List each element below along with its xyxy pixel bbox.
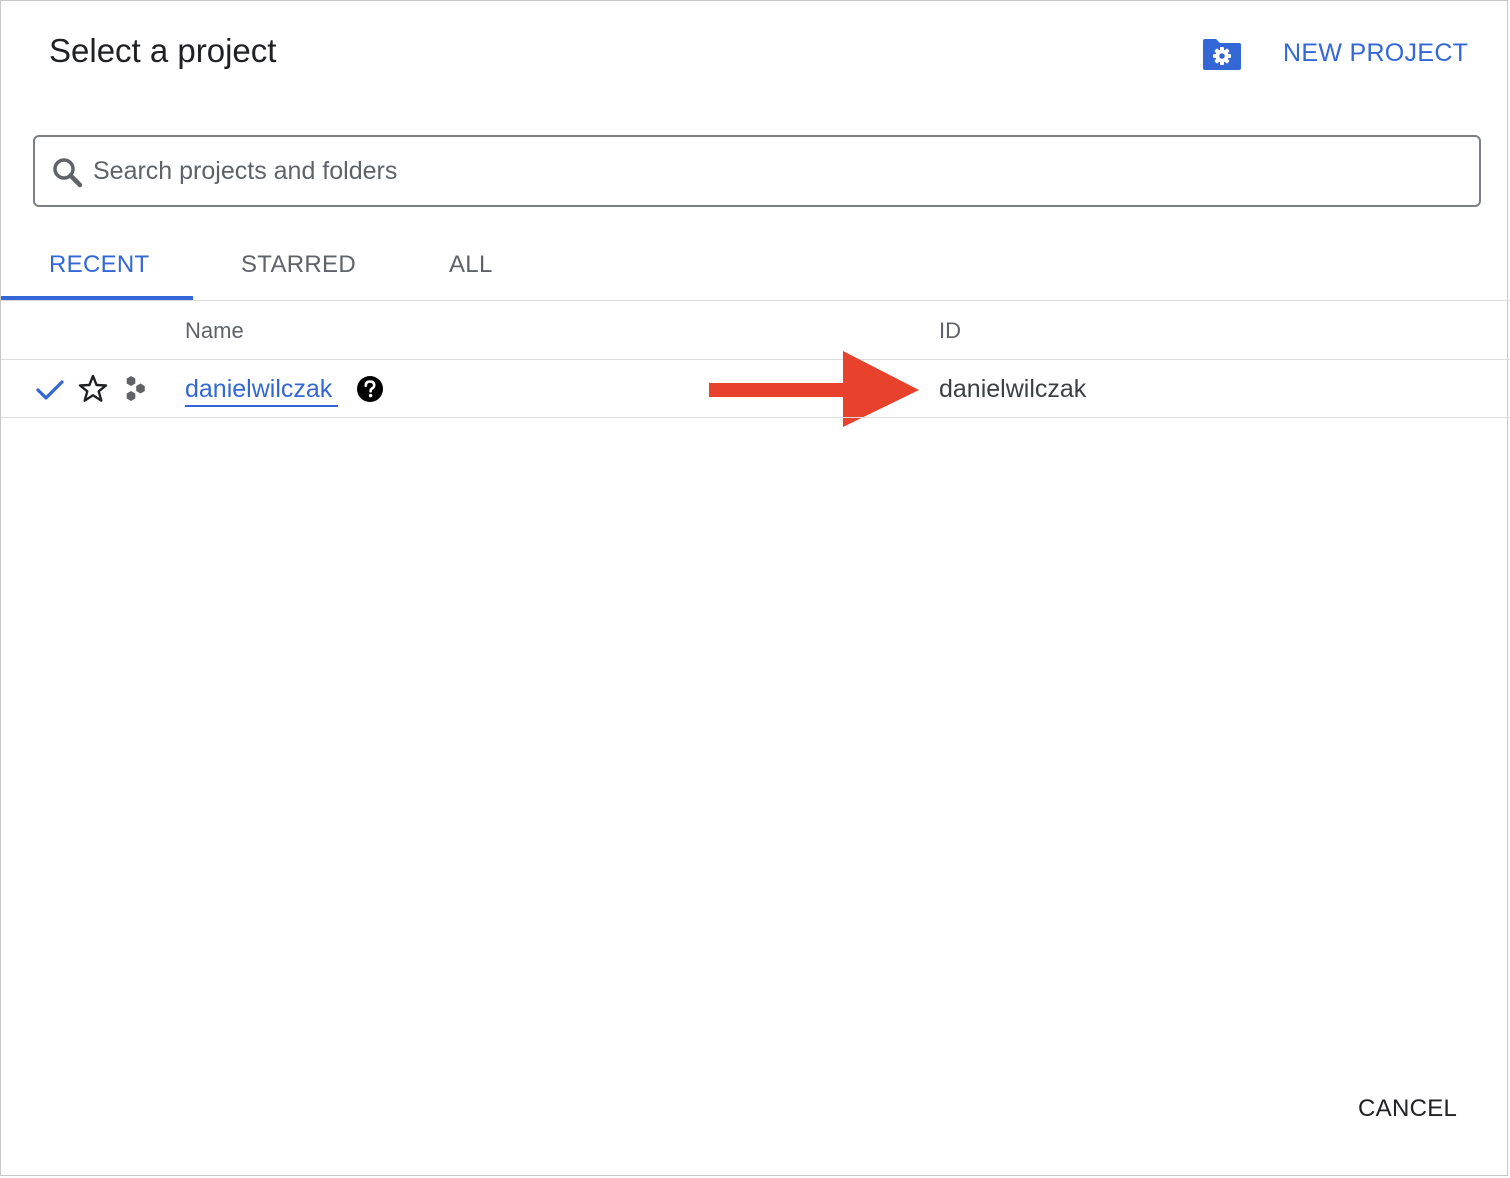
help-circle-icon[interactable]	[356, 375, 384, 403]
project-name-link[interactable]: danielwilczak	[185, 373, 339, 407]
tabs-divider	[1, 300, 1510, 301]
select-project-dialog: Select a project NEW PROJECT RECENT STAR…	[0, 0, 1510, 1176]
cancel-button[interactable]: CANCEL	[1358, 1093, 1457, 1125]
tab-starred[interactable]: STARRED	[241, 249, 356, 281]
column-header-name: Name	[185, 318, 244, 343]
dialog-title: Select a project	[49, 32, 277, 69]
search-input[interactable]	[93, 151, 1463, 191]
project-id: danielwilczak	[939, 375, 1087, 403]
column-header-id: ID	[939, 318, 961, 343]
new-project-button[interactable]: NEW PROJECT	[1283, 37, 1468, 69]
star-outline-icon[interactable]	[77, 373, 109, 405]
check-icon	[36, 380, 64, 400]
row-divider	[1, 417, 1510, 418]
tab-recent[interactable]: RECENT	[49, 249, 149, 281]
tab-all[interactable]: ALL	[449, 249, 493, 281]
hexagon-cluster-icon	[126, 376, 145, 401]
folder-settings-icon[interactable]	[1201, 37, 1243, 71]
search-icon	[53, 158, 83, 188]
